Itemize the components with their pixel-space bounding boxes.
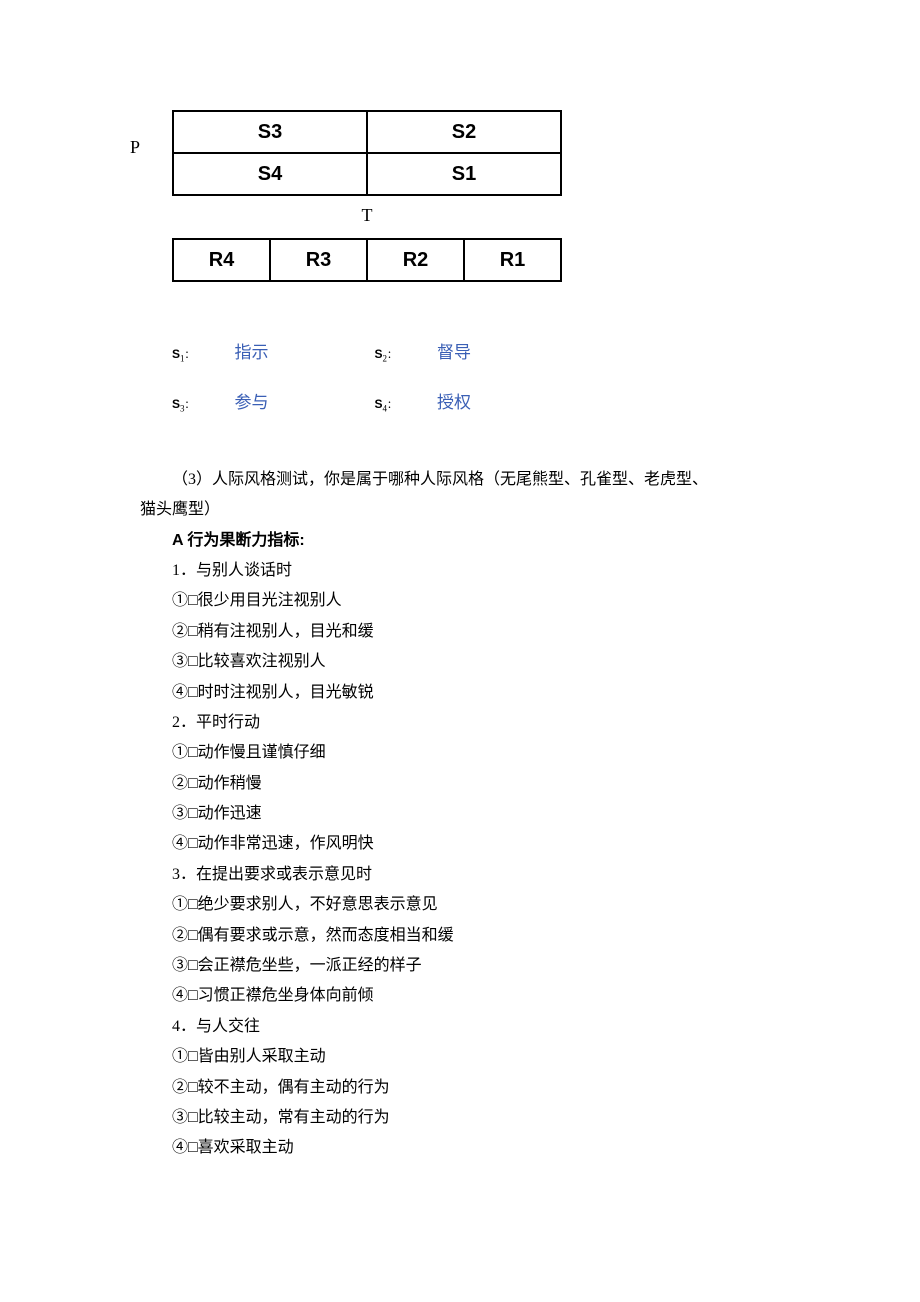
option-text: ②□动作稍慢 xyxy=(140,769,780,799)
option-text: ④□时时注视别人，目光敏锐 xyxy=(140,678,780,708)
quadrant-s2: S2 xyxy=(367,111,561,153)
option-text: ④□喜欢采取主动 xyxy=(140,1133,780,1163)
intro-line-1: （3）人际风格测试，你是属于哪种人际风格（无尾熊型、孔雀型、老虎型、 xyxy=(140,465,780,495)
option-text: ③□比较喜欢注视别人 xyxy=(140,647,780,677)
option-text: ①□皆由别人采取主动 xyxy=(140,1042,780,1072)
option-text: ①□绝少要求别人，不好意思表示意见 xyxy=(140,890,780,920)
legend-s4-key: S4： xyxy=(375,392,438,418)
readiness-r4: R4 xyxy=(173,239,270,281)
readiness-row-table: R4 R3 R2 R1 xyxy=(172,238,562,282)
readiness-r1: R1 xyxy=(464,239,561,281)
option-text: ②□偶有要求或示意，然而态度相当和缓 xyxy=(140,921,780,951)
questionnaire-body: （3）人际风格测试，你是属于哪种人际风格（无尾熊型、孔雀型、老虎型、 猫头鹰型）… xyxy=(140,465,780,1164)
option-text: ①□动作慢且谨慎仔细 xyxy=(140,738,780,768)
legend-s1-value: 指示 xyxy=(235,337,375,369)
option-text: ②□稍有注视别人，目光和缓 xyxy=(140,617,780,647)
question-text: 2．平时行动 xyxy=(140,708,780,738)
quadrant-s1: S1 xyxy=(367,153,561,195)
question-text: 1．与别人谈话时 xyxy=(140,556,780,586)
axis-label-p: P xyxy=(130,130,140,164)
legend-s1-key: S1： xyxy=(172,342,235,368)
intro-line-2: 猫头鹰型） xyxy=(140,495,780,525)
axis-label-t: T xyxy=(172,196,562,238)
style-legend: S1： 指示 S2： 督导 S3： 参与 S4： 授权 xyxy=(172,337,780,420)
legend-s3-value: 参与 xyxy=(235,387,375,419)
legend-s4-value: 授权 xyxy=(437,387,577,419)
style-quadrant-table: S3 S2 S4 S1 xyxy=(172,110,562,196)
option-text: ③□比较主动，常有主动的行为 xyxy=(140,1103,780,1133)
quadrant-s4: S4 xyxy=(173,153,367,195)
option-text: ②□较不主动，偶有主动的行为 xyxy=(140,1073,780,1103)
question-text: 3．在提出要求或表示意见时 xyxy=(140,860,780,890)
section-a-title: A 行为果断力指标: xyxy=(140,526,780,556)
question-text: 4．与人交往 xyxy=(140,1012,780,1042)
quadrant-s3: S3 xyxy=(173,111,367,153)
option-text: ③□动作迅速 xyxy=(140,799,780,829)
legend-s3-key: S3： xyxy=(172,392,235,418)
legend-s2-value: 督导 xyxy=(437,337,577,369)
readiness-r3: R3 xyxy=(270,239,367,281)
leadership-style-diagram: P S3 S2 S4 S1 T R4 R3 R2 R1 S1： 指示 xyxy=(160,110,780,420)
option-text: ③□会正襟危坐些，一派正经的样子 xyxy=(140,951,780,981)
option-text: ④□习惯正襟危坐身体向前倾 xyxy=(140,981,780,1011)
legend-s2-key: S2： xyxy=(375,342,438,368)
option-text: ①□很少用目光注视别人 xyxy=(140,586,780,616)
option-text: ④□动作非常迅速，作风明快 xyxy=(140,829,780,859)
readiness-r2: R2 xyxy=(367,239,464,281)
